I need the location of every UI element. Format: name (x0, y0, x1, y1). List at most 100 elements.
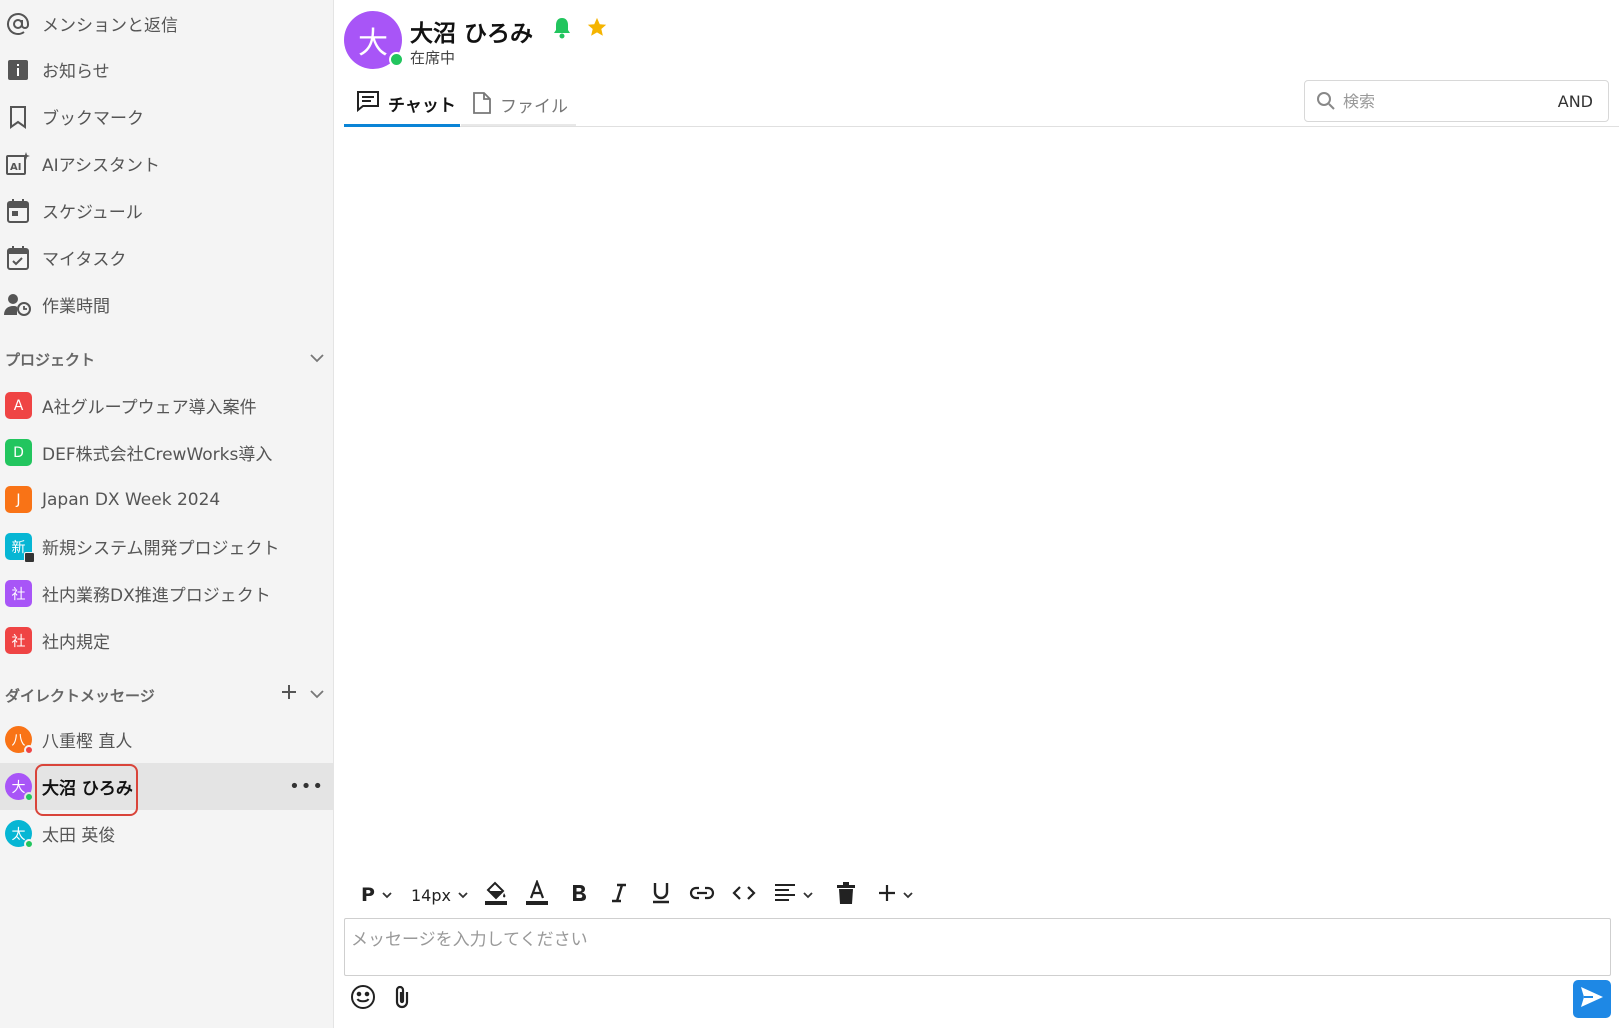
projects-section-header[interactable]: プロジェクト (0, 344, 334, 374)
tab-divider (461, 124, 576, 126)
nav-label: ブックマーク (42, 109, 144, 129)
calendar-icon (4, 197, 32, 225)
text-color-button[interactable] (520, 874, 554, 916)
nav-bookmarks[interactable]: ブックマーク (0, 93, 334, 140)
header-avatar-initial: 大 (358, 26, 388, 61)
projects-heading: プロジェクト (5, 350, 96, 369)
font-size-select[interactable]: 14px (410, 874, 470, 916)
project-label: A社グループウェア導入案件 (42, 398, 257, 418)
bell-icon[interactable] (552, 17, 572, 43)
tab-chat[interactable]: チャット (344, 82, 460, 127)
italic-icon (610, 883, 628, 907)
search-box[interactable]: AND (1304, 80, 1609, 122)
delete-button[interactable] (828, 874, 864, 916)
emoji-icon[interactable] (350, 984, 376, 1014)
tab-label: チャット (388, 95, 456, 116)
search-input[interactable] (1343, 89, 1543, 113)
chevron-down-icon[interactable] (308, 349, 326, 371)
project-badge: D (5, 439, 32, 466)
bookmark-icon (4, 103, 32, 131)
insert-select[interactable] (870, 874, 922, 916)
dm-heading: ダイレクトメッセージ (5, 686, 155, 705)
nav-label: メンションと返信 (42, 16, 178, 36)
dm-label: 八重樫 直人 (42, 732, 133, 752)
nav-label: マイタスク (42, 250, 127, 270)
nav-label: 作業時間 (42, 297, 110, 317)
status-dot (24, 792, 34, 802)
paint-bucket-icon (484, 880, 508, 910)
project-item[interactable]: 社 社内業務DX推進プロジェクト (0, 570, 334, 617)
chevron-down-icon (902, 886, 914, 905)
project-item[interactable]: J Japan DX Week 2024 (0, 476, 334, 523)
attachment-icon[interactable] (392, 984, 412, 1014)
file-icon (472, 91, 492, 119)
paragraph-label: P (361, 884, 375, 906)
project-item[interactable]: 新 新規システム開発プロジェクト (0, 523, 334, 570)
align-select[interactable] (768, 874, 820, 916)
avatar: 大 (5, 773, 34, 802)
project-label: 新規システム開発プロジェクト (42, 539, 280, 559)
task-check-icon (4, 244, 32, 272)
header-avatar: 大 (344, 11, 404, 69)
avatar-initial: 太 (11, 826, 26, 843)
paragraph-select[interactable]: P (354, 874, 400, 916)
status-dot (24, 839, 34, 849)
bold-button[interactable] (562, 874, 596, 916)
tab-label: ファイル (500, 97, 568, 117)
project-item[interactable]: A A社グループウェア導入案件 (0, 382, 334, 429)
more-options-icon[interactable]: ••• (289, 776, 324, 797)
avatar: 八 (5, 726, 34, 755)
header-name: 大沼 ひろみ (410, 21, 534, 47)
nav-work-time[interactable]: 作業時間 (0, 281, 334, 328)
chat-icon (356, 90, 380, 116)
project-label: 社内業務DX推進プロジェクト (42, 586, 271, 606)
nav-schedule[interactable]: スケジュール (0, 187, 334, 234)
project-badge: 社 (5, 627, 32, 654)
search-mode-toggle[interactable]: AND (1558, 92, 1593, 111)
nav-label: スケジュール (42, 203, 143, 223)
project-badge: 社 (5, 580, 32, 607)
ai-assistant-icon: AI (4, 150, 32, 178)
bold-icon (570, 883, 588, 907)
avatar: 太 (5, 820, 34, 849)
chevron-down-icon (381, 886, 393, 905)
trash-icon (837, 882, 855, 908)
at-icon (4, 10, 32, 38)
star-icon[interactable] (586, 16, 608, 44)
project-item[interactable]: D DEF株式会社CrewWorks導入 (0, 429, 334, 476)
project-badge: J (5, 486, 32, 513)
nav-ai-assistant[interactable]: AI AIアシスタント (0, 140, 334, 187)
text-color-icon (525, 878, 549, 910)
italic-button[interactable] (602, 874, 636, 916)
code-button[interactable] (726, 874, 762, 916)
send-button[interactable] (1573, 980, 1611, 1018)
nav-mentions[interactable]: メンションと返信 (0, 0, 334, 47)
project-item[interactable]: 社 社内規定 (0, 617, 334, 664)
message-input[interactable] (351, 925, 1601, 969)
header-status: 在席中 (410, 49, 456, 67)
fill-color-button[interactable] (479, 874, 513, 916)
dm-item[interactable]: 太 太田 英俊 (0, 810, 334, 857)
tab-files[interactable]: ファイル (472, 82, 582, 127)
dm-item[interactable]: 八 八重樫 直人 (0, 716, 334, 763)
chevron-down-icon[interactable] (308, 685, 326, 707)
send-icon (1580, 986, 1604, 1012)
project-badge: A (5, 392, 32, 419)
underline-button[interactable] (644, 874, 678, 916)
format-toolbar: P 14px (344, 874, 1619, 916)
user-clock-icon (4, 291, 32, 319)
link-button[interactable] (684, 874, 720, 916)
project-label: DEF株式会社CrewWorks導入 (42, 445, 273, 465)
underline-icon (651, 882, 671, 908)
add-dm-icon[interactable] (280, 683, 298, 706)
nav-my-tasks[interactable]: マイタスク (0, 234, 334, 281)
nav-label: お知らせ (42, 62, 110, 82)
svg-text:AI: AI (10, 162, 21, 173)
info-icon (4, 56, 32, 84)
nav-notices[interactable]: お知らせ (0, 46, 334, 93)
message-composer[interactable] (344, 918, 1611, 976)
dm-section-header[interactable]: ダイレクトメッセージ (0, 680, 334, 710)
project-badge: 新 (5, 533, 35, 563)
lock-icon (24, 552, 35, 563)
chevron-down-icon (802, 886, 814, 905)
